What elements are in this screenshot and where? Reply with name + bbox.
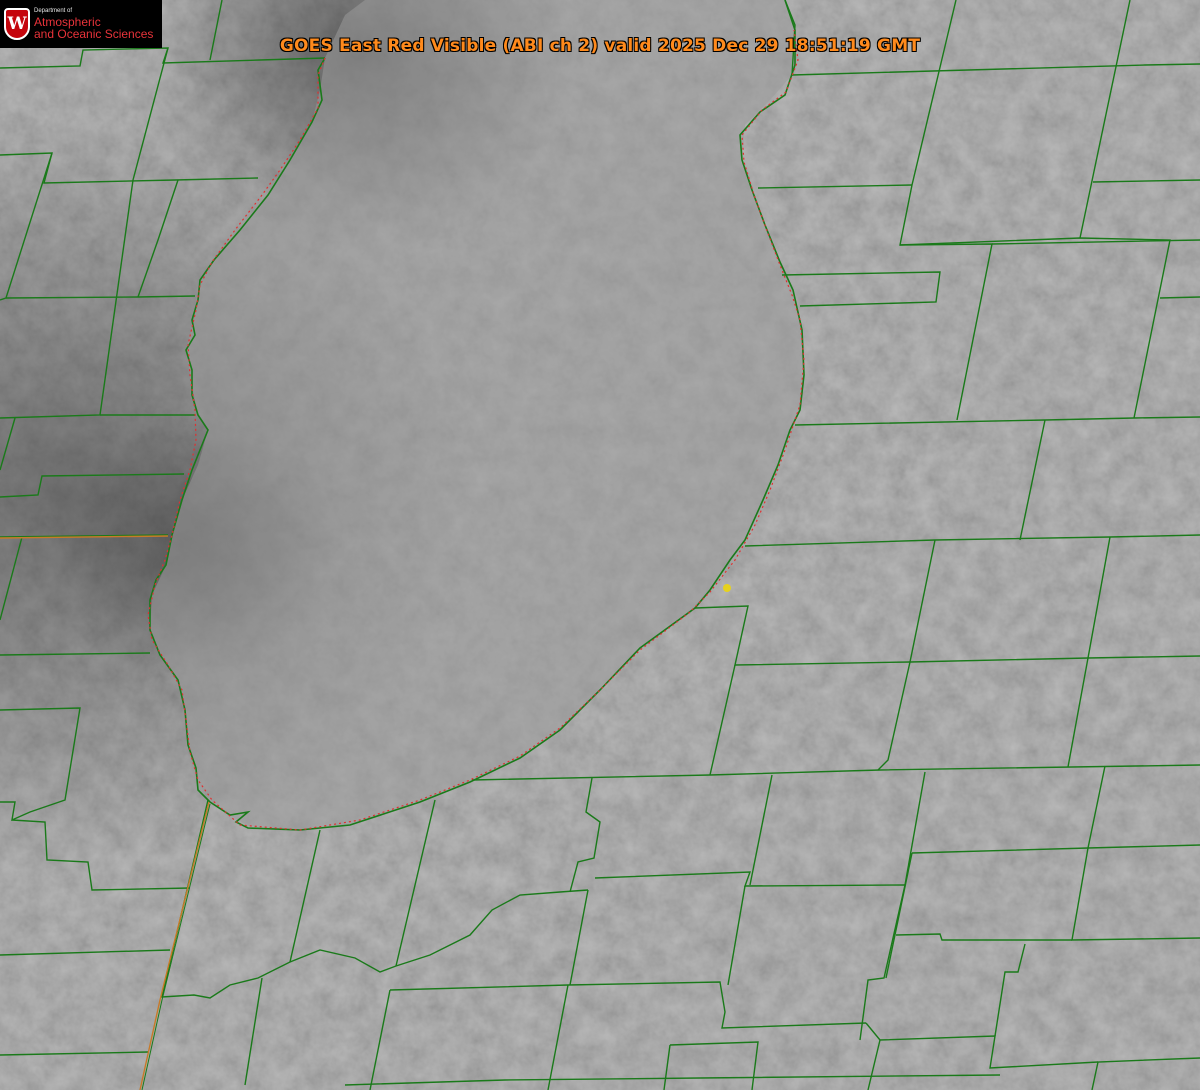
satellite-map [0,0,1200,1090]
image-title: GOES East Red Visible (ABI ch 2) valid 2… [279,36,921,56]
logo-department: Department of [34,8,73,14]
satellite-image-viewer: W Department of Atmospheric and Oceanic … [0,0,1200,1090]
station-marker [723,584,731,592]
